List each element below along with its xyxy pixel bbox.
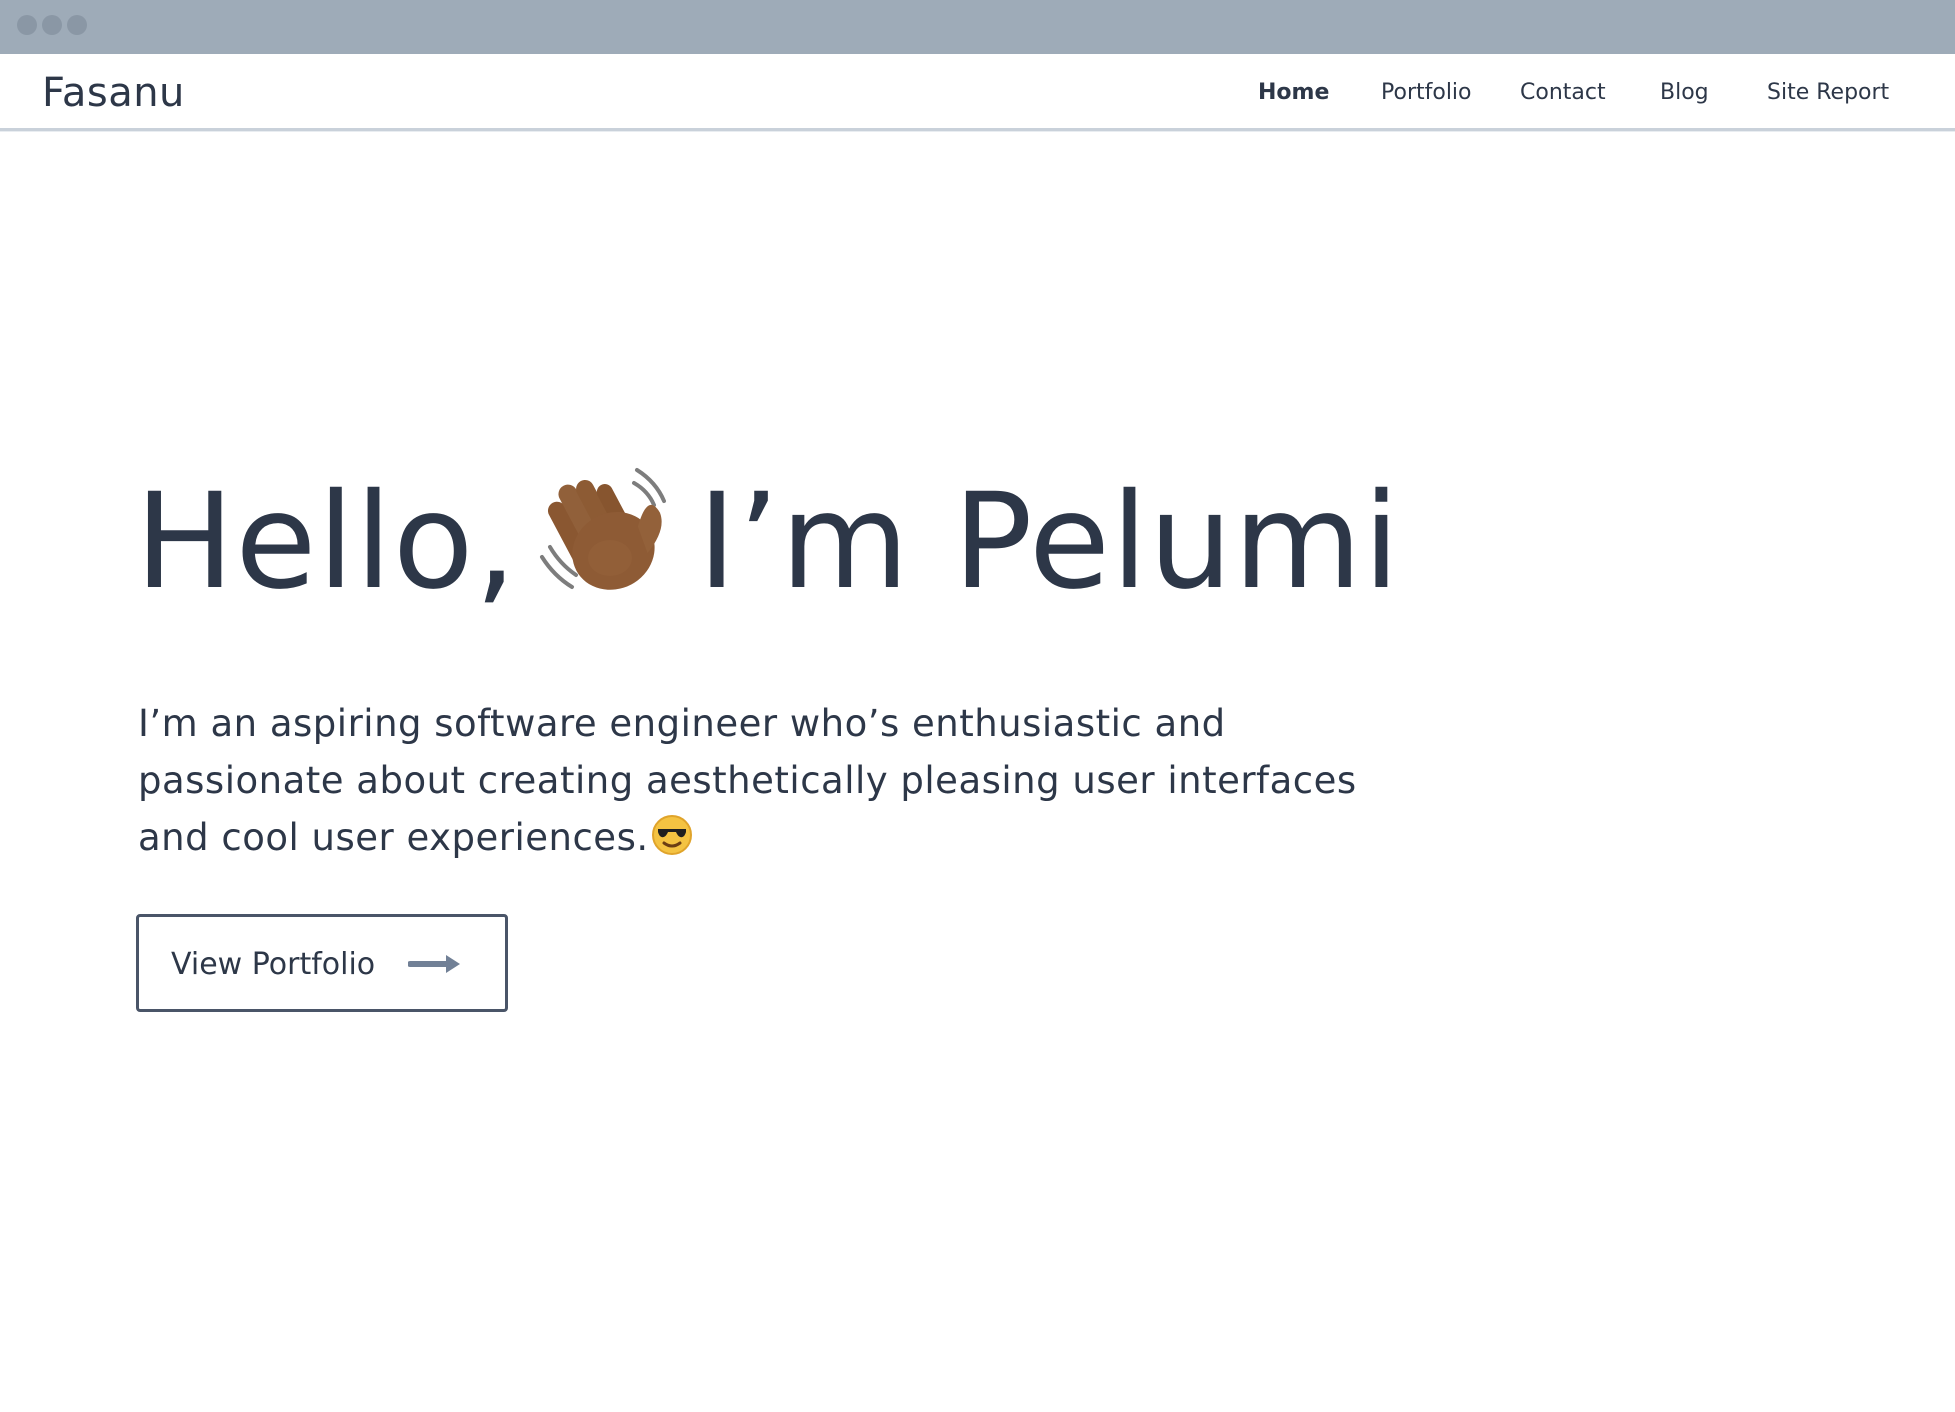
sunglasses-face-icon: [651, 814, 693, 856]
nav-portfolio[interactable]: Portfolio: [1381, 80, 1472, 105]
site-header: Fasanu Home Portfolio Contact Blog Site …: [0, 54, 1955, 131]
nav-contact[interactable]: Contact: [1520, 80, 1606, 105]
hero-title: Hello, I’m Pelumi: [135, 455, 1401, 608]
window-close-dot[interactable]: [17, 15, 37, 35]
hero-greeting-suffix: I’m Pelumi: [697, 465, 1401, 619]
nav-home[interactable]: Home: [1258, 80, 1329, 105]
nav-site-report[interactable]: Site Report: [1767, 80, 1889, 105]
waving-hand-icon: [530, 455, 680, 605]
hero-greeting-prefix: Hello,: [135, 465, 518, 619]
browser-chrome: [0, 0, 1955, 54]
view-portfolio-label: View Portfolio: [171, 947, 376, 982]
hero-intro: I’m an aspiring software engineer who’s …: [138, 695, 1378, 866]
view-portfolio-button[interactable]: View Portfolio: [136, 914, 508, 1012]
arrow-right-icon: [407, 953, 462, 975]
window-maximize-dot[interactable]: [67, 15, 87, 35]
hero-intro-text: I’m an aspiring software engineer who’s …: [138, 702, 1357, 859]
brand-logo[interactable]: Fasanu: [42, 70, 185, 116]
nav-blog[interactable]: Blog: [1660, 80, 1709, 105]
window-minimize-dot[interactable]: [42, 15, 62, 35]
